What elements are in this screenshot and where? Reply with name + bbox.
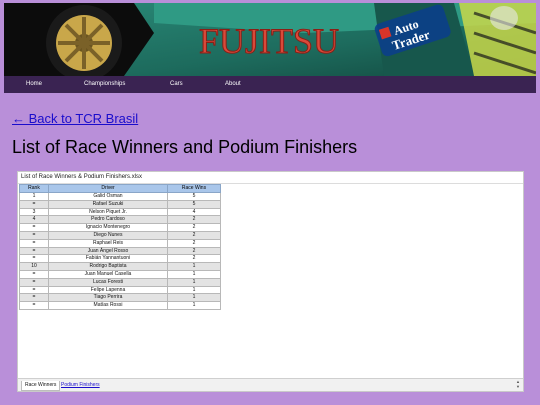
tab-scroll-arrows[interactable]: ▲ ▼ [515,379,521,391]
cell-rank: = [19,277,49,287]
cell-race-wins: 5 [167,199,221,209]
table-row: 4 Pedro Cardoso 2 [19,215,221,225]
cell-race-wins: 1 [167,262,221,271]
file-name: List of Race Winners & Podium Finishers.… [18,172,523,184]
header-banner: FUJITSU Auto Trader [4,3,536,76]
cell-race-wins: 1 [167,285,221,295]
tab-podium-finishers[interactable]: Podium Finishers [58,381,103,390]
table-row: = Fabián Yannantuoni 2 [19,254,221,264]
cell-driver: Juan Manuel Casella [48,269,168,279]
column-header-rank: Rank [19,184,49,193]
cell-driver: Raphael Reis [48,238,168,248]
nav-cars-link[interactable]: Cars [170,81,183,87]
nav-home-link[interactable]: Home [26,81,42,87]
nav-about-link[interactable]: About [225,81,241,87]
cell-race-wins: 4 [167,207,221,217]
cell-driver: Felipe Lapenna [48,285,168,295]
cell-rank: 4 [19,215,49,225]
cell-race-wins: 5 [167,192,221,201]
cell-rank: = [19,199,49,209]
cell-rank: = [19,246,49,256]
table-row: = Diego Nunes 2 [19,230,221,240]
cell-race-wins: 1 [167,277,221,287]
table-row: 10 Rodrigo Baptista 1 [19,262,221,271]
cell-rank: = [19,301,49,310]
cell-driver: Nelson Piquet Jr. [48,207,168,217]
cell-driver: Diego Nunes [48,230,168,240]
column-header-race-wins: Race Wins [167,184,221,193]
top-nav: Home Championships Cars About [4,76,536,93]
table-row: = Lucas Foresti 1 [19,277,221,287]
cell-driver: Lucas Foresti [48,277,168,287]
cell-race-wins: 2 [167,238,221,248]
table-row: = Rafael Suzuki 5 [19,199,221,209]
cell-driver: Rodrigo Baptista [48,262,168,271]
column-header-driver: Driver [48,184,168,193]
cell-rank: 3 [19,207,49,217]
race-winners-table: Rank Driver Race Wins 1 Galid Osman 5 = Rafa… [19,184,221,310]
cell-race-wins: 2 [167,215,221,225]
cell-driver: Galid Osman [48,192,168,201]
cell-rank: = [19,223,49,232]
cell-race-wins: 1 [167,269,221,279]
table-row: = Matías Rossi 1 [19,301,221,310]
cell-rank: = [19,238,49,248]
cell-driver: Matías Rossi [48,301,168,310]
cell-race-wins: 1 [167,301,221,310]
tab-race-winners[interactable]: Race Winners [21,381,61,391]
race-car-image: FUJITSU Auto Trader [4,3,536,76]
table-row: = Juan Manuel Casella 1 [19,269,221,279]
cell-driver: Juan Ángel Rosso [48,246,168,256]
cell-rank: = [19,269,49,279]
table-body: 1 Galid Osman 5 = Rafael Suzuki 5 3 Nelson Piqu… [19,192,221,310]
cell-race-wins: 2 [167,223,221,232]
cell-race-wins: 1 [167,293,221,303]
sheet-tab-bar: Race Winners Podium Finishers ▲ ▼ [18,378,523,391]
cell-rank: = [19,254,49,264]
cell-race-wins: 2 [167,230,221,240]
cell-race-wins: 2 [167,246,221,256]
cell-race-wins: 2 [167,254,221,264]
table-row: 3 Nelson Piquet Jr. 4 [19,207,221,217]
nav-championships-link[interactable]: Championships [84,81,125,87]
cell-rank: = [19,285,49,295]
cell-rank: = [19,230,49,240]
table-row: = Raphael Reis 2 [19,238,221,248]
cell-rank: 1 [19,192,49,201]
table-row: = Felipe Lapenna 1 [19,285,221,295]
table-row: = Tiago Perrira 1 [19,293,221,303]
page-title: List of Race Winners and Podium Finisher… [12,137,358,157]
cell-rank: = [19,293,49,303]
table-row: = Ignacio Montenegro 2 [19,223,221,232]
cell-driver: Fabián Yannantuoni [48,254,168,264]
fujitsu-logo: FUJITSU [199,21,339,61]
cell-driver: Tiago Perrira [48,293,168,303]
table-row: 1 Galid Osman 5 [19,192,221,201]
spreadsheet-viewer: List of Race Winners & Podium Finishers.… [17,171,524,392]
back-link[interactable]: ← Back to TCR Brasil [12,111,138,126]
cell-driver: Rafael Suzuki [48,199,168,209]
cell-driver: Ignacio Montenegro [48,223,168,232]
table-row: = Juan Ángel Rosso 2 [19,246,221,256]
cell-rank: 10 [19,262,49,271]
cell-driver: Pedro Cardoso [48,215,168,225]
